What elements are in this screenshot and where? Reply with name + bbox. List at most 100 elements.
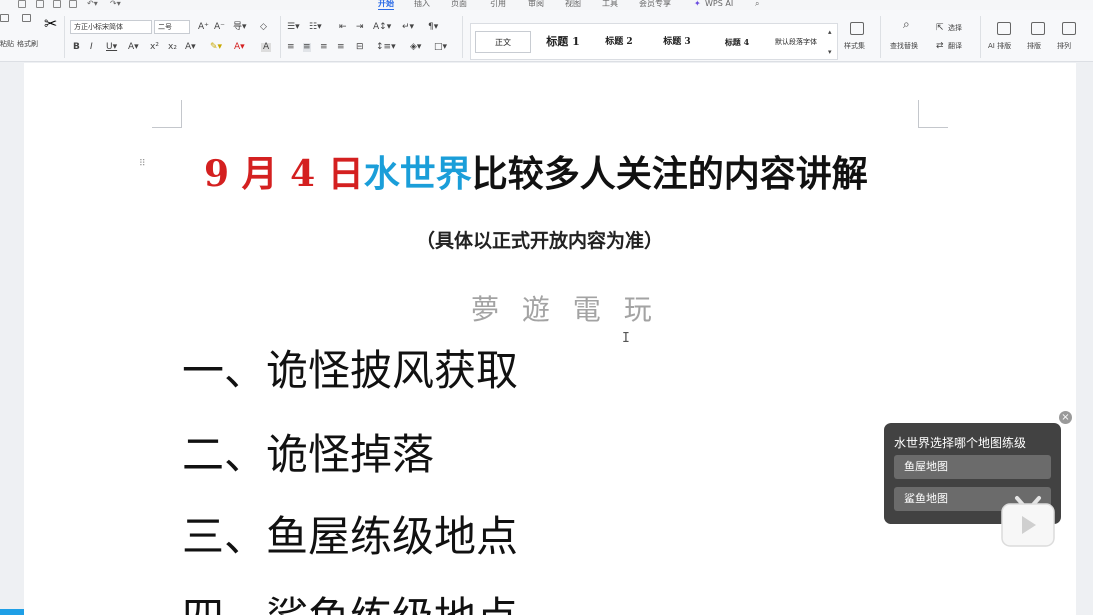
- wps-writer-window: ↶▾ ↷▾ 开始 插入 页面 引用 审阅 视图 工具 会员专享 ✦ WPS AI…: [0, 0, 1093, 615]
- tab-home[interactable]: 开始: [378, 0, 394, 9]
- select-label[interactable]: 选择: [948, 24, 962, 33]
- styles-gallery: 正文 标题 1 标题 2 标题 3 标题 4 默认段落字体 ▴ ▾: [470, 23, 838, 60]
- arrange-icon[interactable]: [1062, 22, 1076, 35]
- heading-item-1[interactable]: 一、诡怪披风获取: [182, 337, 518, 398]
- border-icon[interactable]: □▾: [434, 43, 447, 52]
- strikethrough-icon[interactable]: A▾: [128, 43, 139, 52]
- paragraph-drag-handle-icon[interactable]: ⠿: [139, 160, 146, 169]
- watermark-text: 夢 遊 電 玩: [471, 293, 659, 326]
- export-icon[interactable]: [69, 0, 77, 8]
- vertical-scrollbar[interactable]: [1076, 63, 1093, 615]
- sort-icon[interactable]: A↕▾: [373, 23, 391, 32]
- show-marks-icon[interactable]: ¶▾: [428, 23, 438, 32]
- styles-more-icon[interactable]: ▾: [828, 48, 832, 57]
- line-break-icon[interactable]: ↵▾: [402, 23, 414, 32]
- arrange-label[interactable]: 排列: [1057, 42, 1071, 51]
- char-border-icon[interactable]: A: [261, 43, 272, 52]
- increase-indent-icon[interactable]: ⇥: [356, 23, 364, 32]
- left-gutter: [0, 63, 24, 615]
- title-date: 9 月 4 日: [204, 153, 364, 195]
- save-icon[interactable]: [18, 0, 26, 8]
- translate-icon[interactable]: ⇄: [936, 42, 944, 51]
- tab-wps-ai[interactable]: WPS AI: [705, 0, 733, 9]
- style-set-label[interactable]: 样式集: [844, 42, 865, 51]
- bold-icon[interactable]: B: [73, 43, 80, 52]
- subscript-icon[interactable]: x₂: [168, 43, 177, 52]
- line-spacing-icon[interactable]: ↕≡▾: [376, 43, 396, 52]
- divider: [280, 16, 281, 58]
- tab-tools[interactable]: 工具: [602, 0, 618, 9]
- style-heading-2[interactable]: 标题 2: [593, 31, 645, 53]
- translate-label[interactable]: 翻译: [948, 42, 962, 51]
- style-heading-3[interactable]: 标题 3: [651, 31, 703, 53]
- style-heading-1[interactable]: 标题 1: [535, 31, 591, 53]
- preview-icon[interactable]: [53, 0, 61, 8]
- decrease-indent-icon[interactable]: ⇤: [339, 23, 347, 32]
- divider: [880, 16, 881, 58]
- poll-question: 水世界选择哪个地图练级: [894, 436, 1027, 450]
- tab-member[interactable]: 会员专享: [639, 0, 671, 9]
- ribbon-toolbar: 粘贴 ✂ 格式刷 方正小标宋简体 二号 A⁺ A⁻ 㝵▾ ◇ B I U▾ A▾…: [0, 10, 1093, 62]
- paste-icon[interactable]: [0, 14, 9, 22]
- styles-scroll-up-icon[interactable]: ▴: [828, 28, 832, 37]
- title-topic: 比较多人关注的内容讲解: [471, 153, 868, 195]
- copy-icon[interactable]: [22, 14, 31, 22]
- bullet-list-icon[interactable]: ☰▾: [287, 23, 300, 32]
- grow-font-icon[interactable]: A⁺: [198, 23, 209, 32]
- font-color-icon[interactable]: A▾: [234, 43, 245, 52]
- print-icon[interactable]: [36, 0, 44, 8]
- font-size-select[interactable]: 二号: [154, 20, 190, 34]
- find-replace-label[interactable]: 查找替换: [890, 42, 918, 51]
- tv-play-icon[interactable]: [1000, 494, 1056, 548]
- align-center-icon[interactable]: ≡: [303, 43, 311, 52]
- text-effect-icon[interactable]: A▾: [185, 43, 196, 52]
- ai-layout-icon[interactable]: [997, 22, 1011, 35]
- numbered-list-icon[interactable]: ☷▾: [309, 23, 322, 32]
- close-icon[interactable]: ×: [1059, 411, 1072, 424]
- tab-page[interactable]: 页面: [451, 0, 467, 9]
- tab-insert[interactable]: 插入: [414, 0, 430, 9]
- style-default-paragraph-font[interactable]: 默认段落字体: [767, 31, 825, 53]
- paste-label[interactable]: 粘贴: [0, 40, 14, 49]
- cut-icon[interactable]: ✂: [44, 14, 57, 33]
- align-right-icon[interactable]: ≡: [320, 43, 328, 52]
- heading-item-3[interactable]: 三、鱼屋练级地点: [182, 503, 518, 564]
- format-painter-label[interactable]: 格式刷: [17, 40, 38, 49]
- shading-icon[interactable]: ◈▾: [410, 43, 421, 52]
- underline-icon[interactable]: U▾: [106, 43, 117, 52]
- style-set-icon[interactable]: [850, 22, 864, 35]
- find-icon[interactable]: ⌕: [903, 18, 910, 30]
- select-icon[interactable]: ⇱: [936, 24, 944, 33]
- layout-label[interactable]: 排版: [1027, 42, 1041, 51]
- layout-icon[interactable]: [1031, 22, 1045, 35]
- undo-icon[interactable]: ↶▾: [87, 0, 98, 9]
- italic-icon[interactable]: I: [90, 43, 93, 52]
- poll-option-fish-house[interactable]: 鱼屋地图: [894, 455, 1051, 479]
- shrink-font-icon[interactable]: A⁻: [214, 23, 225, 32]
- distribute-icon[interactable]: ⊟: [356, 43, 364, 52]
- justify-icon[interactable]: ≡: [337, 43, 345, 52]
- style-heading-4[interactable]: 标题 4: [711, 31, 763, 53]
- crop-mark-top-right: [918, 100, 948, 128]
- superscript-icon[interactable]: x²: [150, 43, 159, 52]
- align-left-icon[interactable]: ≡: [287, 43, 295, 52]
- ai-layout-label[interactable]: AI 排版: [988, 42, 1011, 51]
- document-title[interactable]: 9 月 4 日水世界比较多人关注的内容讲解: [204, 145, 868, 197]
- divider: [980, 16, 981, 58]
- wps-ai-icon[interactable]: ✦: [694, 0, 701, 9]
- highlight-icon[interactable]: ✎▾: [210, 43, 222, 52]
- menu-tab-strip: ↶▾ ↷▾ 开始 插入 页面 引用 审阅 视图 工具 会员专享 ✦ WPS AI…: [0, 0, 1093, 11]
- font-name-select[interactable]: 方正小标宋简体: [70, 20, 152, 34]
- clear-format-icon[interactable]: ◇: [260, 23, 267, 32]
- style-normal[interactable]: 正文: [475, 31, 531, 53]
- heading-item-2[interactable]: 二、诡怪掉落: [182, 421, 434, 482]
- heading-item-4[interactable]: 四、鲨鱼练级地点: [182, 584, 518, 615]
- status-accent-bar: [0, 609, 24, 615]
- tab-review[interactable]: 审阅: [528, 0, 544, 9]
- pinyin-icon[interactable]: 㝵▾: [233, 23, 247, 32]
- document-subtitle[interactable]: （具体以正式开放内容为准）: [416, 226, 663, 253]
- tab-reference[interactable]: 引用: [490, 0, 506, 9]
- search-icon[interactable]: ⌕: [755, 0, 759, 9]
- redo-icon[interactable]: ↷▾: [110, 0, 121, 9]
- tab-view[interactable]: 视图: [565, 0, 581, 9]
